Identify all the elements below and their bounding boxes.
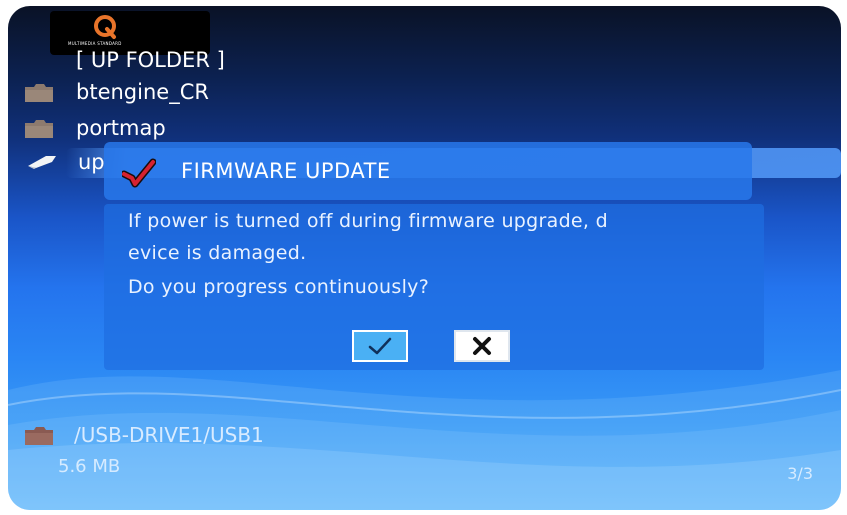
list-item-portmap[interactable]: portmap <box>18 114 841 144</box>
dialog-title-bar: FIRMWARE UPDATE <box>104 142 752 200</box>
confirm-button[interactable] <box>352 330 408 362</box>
x-icon <box>473 337 491 355</box>
list-item-btengine[interactable]: btengine_CR <box>18 78 841 108</box>
folder-icon <box>25 84 53 102</box>
dialog-message-line-1: If power is turned off during firmware u… <box>128 210 608 232</box>
dialog-message-line-2: evice is damaged. <box>128 242 307 264</box>
firmware-update-dialog: FIRMWARE UPDATE If power is turned off d… <box>104 142 764 370</box>
list-item-up-folder[interactable]: [ UP FOLDER ] <box>18 46 841 76</box>
current-path: /USB-DRIVE1/USB1 <box>18 423 518 449</box>
dialog-title: FIRMWARE UPDATE <box>181 159 391 183</box>
path-label: /USB-DRIVE1/USB1 <box>74 423 264 447</box>
list-item-label: btengine_CR <box>76 80 209 104</box>
list-item-label: portmap <box>76 116 166 140</box>
checkmark-icon <box>122 158 156 188</box>
tv-screen: MULTIMEDIA STANDARD [ UP FOLDER ] btengi… <box>8 6 841 510</box>
folder-icon <box>25 427 53 445</box>
checkmark-icon <box>368 337 392 355</box>
file-icon <box>28 156 56 169</box>
drive-size: 5.6 MB <box>58 456 121 477</box>
folder-icon <box>25 120 53 138</box>
dialog-message-line-3: Do you progress continuously? <box>128 276 430 298</box>
list-item-label: up <box>78 150 105 174</box>
page-indicator: 3/3 <box>787 464 813 483</box>
logo-q-icon <box>94 15 116 39</box>
cancel-button[interactable] <box>454 330 510 362</box>
list-item-label: [ UP FOLDER ] <box>76 48 225 72</box>
dialog-body: If power is turned off during firmware u… <box>104 204 764 370</box>
